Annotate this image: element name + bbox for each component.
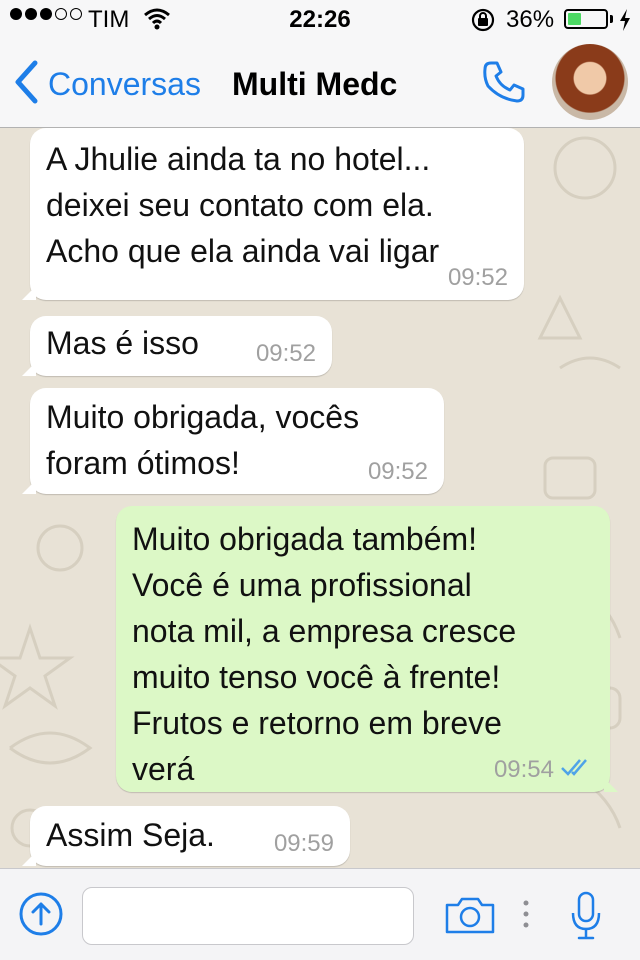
share-upload-icon[interactable]	[18, 891, 64, 942]
battery-percentage: 36%	[506, 6, 555, 33]
incoming-message[interactable]: Muito obrigada, vocês foram ótimos! 09:52	[22, 388, 444, 494]
bubble-tail	[22, 852, 36, 866]
message-timestamp: 09:54	[494, 757, 594, 782]
message-text: Assim Seja.	[46, 817, 215, 853]
bubble-tail	[22, 362, 36, 376]
chat-title[interactable]: Multi Medc	[232, 66, 397, 103]
charging-bolt-icon	[618, 8, 632, 39]
message-timestamp: 09:52	[256, 342, 316, 366]
back-button[interactable]: Conversas	[14, 60, 201, 109]
message-time: 09:52	[447, 264, 508, 291]
battery-level	[568, 13, 581, 25]
double-check-icon	[560, 757, 594, 782]
camera-icon[interactable]	[444, 895, 496, 940]
message-time: 09:52	[367, 458, 428, 485]
bubble-tail	[22, 286, 36, 300]
navigation-bar: Conversas Multi Medc	[0, 40, 640, 128]
battery-icon	[564, 9, 608, 29]
incoming-message[interactable]: Mas é isso 09:52	[22, 316, 332, 376]
phone-call-icon[interactable]	[480, 58, 528, 111]
contact-avatar[interactable]	[552, 44, 628, 120]
back-button-label: Conversas	[48, 66, 201, 102]
battery-tip	[610, 15, 613, 23]
status-bar: TIM 22:26 36%	[0, 0, 640, 40]
orientation-lock-icon	[470, 7, 496, 40]
message-input[interactable]	[82, 887, 414, 945]
outgoing-message[interactable]: Muito obrigada também! Você é uma profis…	[116, 506, 618, 792]
bubble-tail	[604, 778, 618, 792]
message-time: 09:52	[255, 340, 316, 367]
message-time: 09:59	[273, 830, 334, 857]
message-text: Mas é isso	[46, 325, 199, 361]
message-timestamp: 09:59	[274, 832, 334, 856]
input-bar	[0, 868, 640, 960]
chat-area[interactable]: A Jhulie ainda ta no hotel... deixei seu…	[0, 128, 640, 868]
message-timestamp: 09:52	[368, 460, 428, 484]
message-text: Muito obrigada também! Você é uma profis…	[132, 521, 517, 787]
bubble-tail	[22, 480, 36, 494]
incoming-message[interactable]: A Jhulie ainda ta no hotel... deixei seu…	[22, 128, 524, 300]
message-text: A Jhulie ainda ta no hotel... deixei seu…	[46, 141, 440, 269]
chevron-left-icon	[14, 60, 38, 109]
message-time: 09:54	[493, 755, 554, 783]
more-dots-icon[interactable]	[522, 899, 530, 934]
message-timestamp: 09:52	[448, 266, 508, 290]
microphone-icon[interactable]	[570, 891, 602, 946]
incoming-message[interactable]: Assim Seja. 09:59	[22, 806, 350, 866]
